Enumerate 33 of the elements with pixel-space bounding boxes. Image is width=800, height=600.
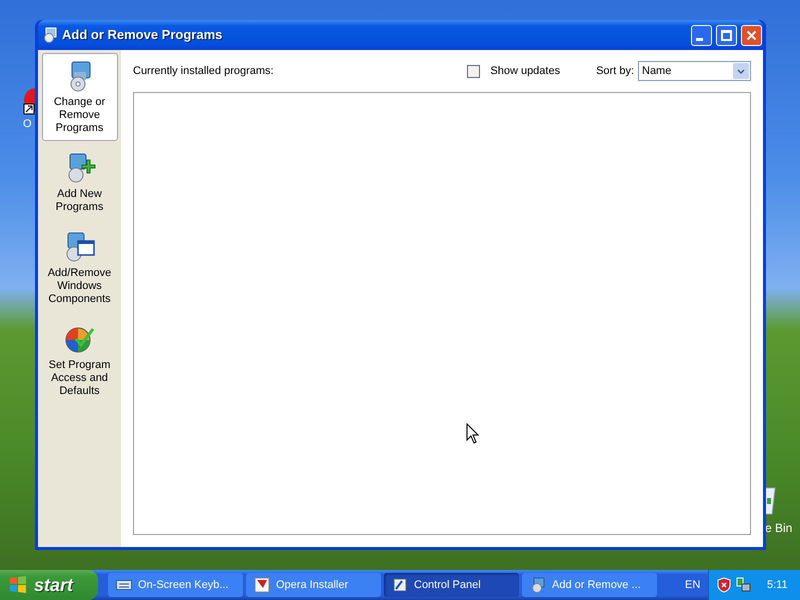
installer-box-icon <box>254 577 270 593</box>
close-icon <box>746 30 757 40</box>
windows-flag-icon <box>8 576 28 594</box>
chevron-down-icon <box>737 68 745 74</box>
desktop-icon-label: O <box>23 119 32 130</box>
mouse-cursor-icon <box>466 423 479 444</box>
sidebar-item[interactable]: Add/Remove Windows Components <box>42 224 118 312</box>
start-button[interactable]: start <box>0 570 98 600</box>
show-updates-checkbox[interactable] <box>467 64 480 78</box>
cd-computer-icon <box>42 27 58 43</box>
control-panel-icon <box>392 577 408 593</box>
language-indicator[interactable]: EN <box>685 576 700 594</box>
sort-by-dropdown[interactable]: Name <box>638 61 751 81</box>
taskbar-button[interactable]: Opera Installer <box>246 573 381 597</box>
taskbar-button[interactable]: Control Panel <box>384 573 519 597</box>
sidebar-item[interactable]: Set Program Access and Defaults <box>42 316 118 404</box>
network-icon[interactable] <box>735 577 751 593</box>
minimize-button[interactable] <box>691 24 712 46</box>
window-title: Add or Remove Programs <box>62 26 224 44</box>
sidebar-item[interactable]: Add New Programs <box>42 145 118 220</box>
taskbar-button[interactable]: On-Screen Keyb... <box>108 573 243 597</box>
close-button[interactable] <box>741 24 762 46</box>
show-updates-label: Show updates <box>490 64 560 79</box>
installed-programs-label: Currently installed programs: <box>133 64 275 79</box>
clock: 5:11 <box>767 578 788 593</box>
sort-by-label: Sort by: <box>596 64 634 79</box>
sidebar-item[interactable]: Change or Remove Programs <box>42 53 118 141</box>
maximize-button[interactable] <box>716 24 737 46</box>
computer-window-icon <box>64 231 96 263</box>
cd-computer-icon <box>530 577 546 593</box>
taskbar-button[interactable]: Add or Remove ... <box>522 573 657 597</box>
keyboard-icon <box>116 579 132 591</box>
shield-icon[interactable] <box>717 577 731 593</box>
